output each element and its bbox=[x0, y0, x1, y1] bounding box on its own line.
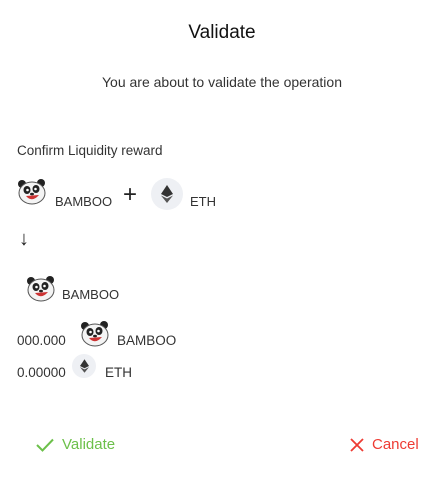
plus-sign: + bbox=[123, 181, 138, 208]
amount-eth: 0.00000 bbox=[17, 365, 66, 380]
close-icon bbox=[350, 437, 364, 452]
validate-button[interactable]: Validate bbox=[36, 436, 115, 453]
dialog-title: Validate bbox=[188, 22, 256, 43]
check-icon bbox=[36, 438, 54, 452]
amount-bamboo: 000.000 bbox=[17, 333, 66, 348]
dialog-subtitle: You are about to validate the operation bbox=[101, 74, 342, 90]
cancel-label: Cancel bbox=[372, 436, 419, 453]
input-token-eth: ETH bbox=[190, 194, 216, 209]
panda-icon bbox=[80, 321, 110, 347]
input-token-bamboo: BAMBOO bbox=[55, 194, 113, 209]
amount-eth-token: ETH bbox=[105, 365, 132, 380]
eth-icon bbox=[72, 354, 96, 378]
panda-icon bbox=[17, 179, 47, 205]
eth-icon bbox=[151, 178, 183, 210]
operation-label: Confirm Liquidity reward bbox=[17, 143, 163, 158]
panda-icon bbox=[26, 276, 56, 302]
cancel-button[interactable]: Cancel bbox=[350, 436, 419, 453]
output-token: BAMBOO bbox=[62, 287, 120, 302]
amount-bamboo-token: BAMBOO bbox=[117, 333, 177, 348]
validate-label: Validate bbox=[62, 436, 116, 453]
arrow-down-icon: ↓ bbox=[19, 228, 29, 250]
